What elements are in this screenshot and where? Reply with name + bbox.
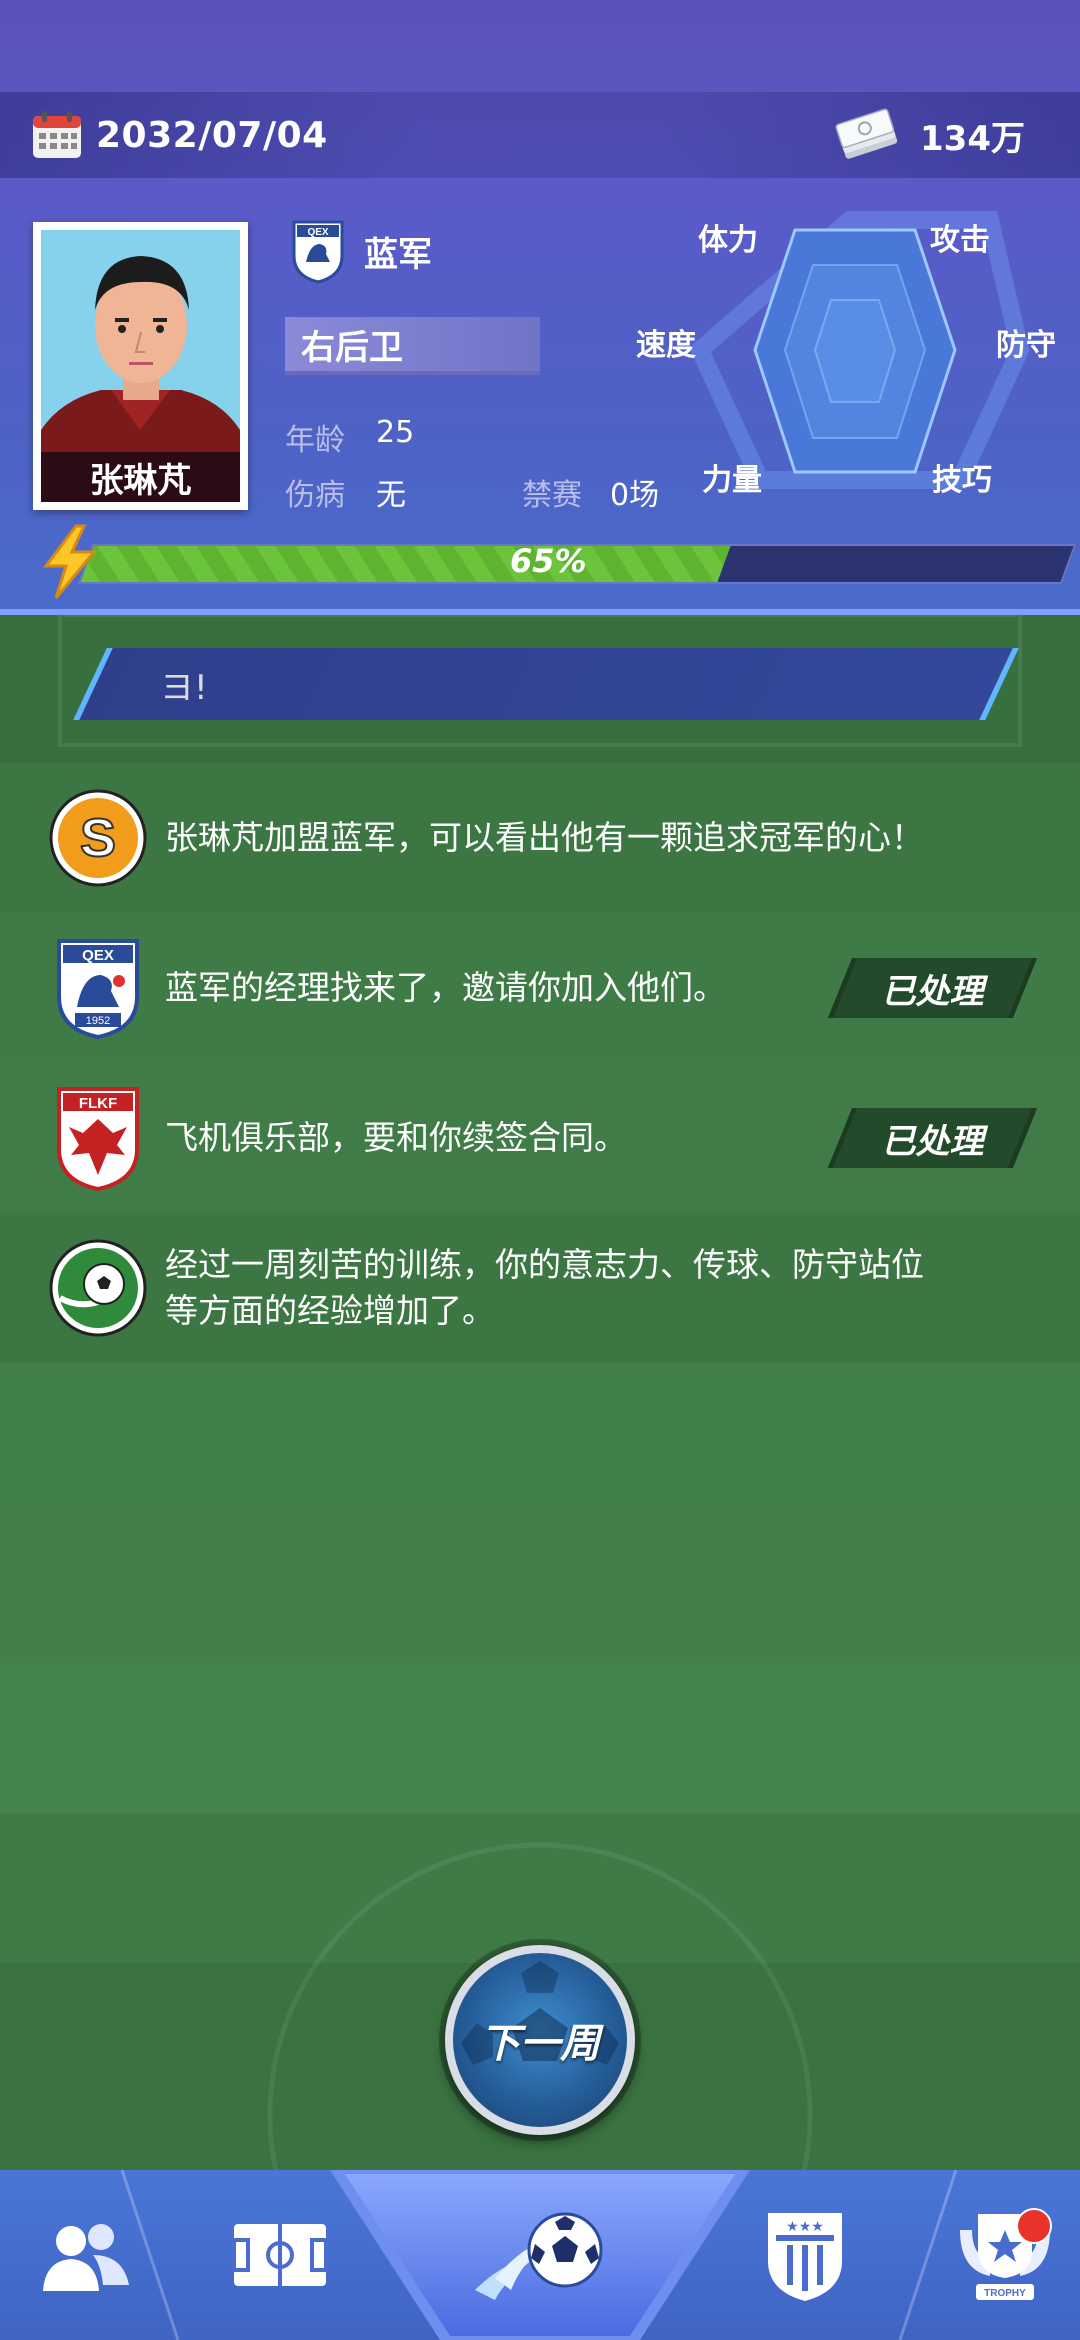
crest-text: QEX xyxy=(307,227,328,238)
sponsor-s-icon: S xyxy=(48,788,148,888)
list-item[interactable]: 经过一周刻苦的训练，你的意志力、传球、防守站位等方面的经验增加了。 xyxy=(0,1213,1080,1363)
list-item[interactable]: S 张琳芃加盟蓝军，可以看出他有一颗追求冠军的心！ xyxy=(0,763,1080,913)
league-shield-icon: ★★★ xyxy=(768,2213,842,2301)
qex-club-crest-icon: QEX xyxy=(292,220,344,284)
crest-text: QEX xyxy=(82,947,114,964)
ticker-text: ヨ! xyxy=(160,668,208,708)
nav-pitch[interactable] xyxy=(215,2170,345,2340)
energy-percent: 65% xyxy=(510,542,587,580)
notification-badge xyxy=(1016,2208,1052,2244)
handled-button[interactable]: 已处理 xyxy=(827,1108,1038,1168)
next-week-label: 下一周 xyxy=(480,2021,600,2067)
cash-icon xyxy=(835,108,898,159)
player-header: 2032/07/04 134万 张琳芃 QEX 蓝军 右后卫 年龄 25 伤病 … xyxy=(0,0,1080,615)
calendar-icon xyxy=(33,111,81,158)
radar-label-skill: 技巧 xyxy=(932,463,992,498)
handled-button[interactable]: 已处理 xyxy=(827,958,1038,1018)
team-row: QEX 蓝军 xyxy=(290,218,432,284)
team-name: 蓝军 xyxy=(364,234,432,275)
top-status-bar: 2032/07/04 134万 xyxy=(0,92,1080,178)
radar-label-attack: 攻击 xyxy=(930,223,990,258)
player-name: 张琳芃 xyxy=(41,452,240,502)
radar-label-stamina: 体力 xyxy=(698,223,758,258)
nav-players[interactable] xyxy=(20,2170,150,2340)
nav-trophy[interactable]: TROPHY xyxy=(940,2170,1070,2340)
position-badge: 右后卫 xyxy=(285,317,540,375)
date-display: 2032/07/04 xyxy=(30,92,328,178)
injury-value: 无 xyxy=(376,478,406,513)
money-amount: 134万 xyxy=(920,118,1025,159)
next-week-button[interactable]: 下一周 xyxy=(445,1945,635,2135)
injury-label: 伤病 xyxy=(285,478,345,513)
svg-text:★★★: ★★★ xyxy=(786,2219,824,2235)
age-label: 年龄 xyxy=(285,423,345,458)
news-ticker xyxy=(73,648,1019,720)
player-portrait-card[interactable]: 张琳芃 xyxy=(33,222,248,510)
crest-year: 1952 xyxy=(86,1015,110,1027)
nav-league[interactable]: ★★★ xyxy=(740,2170,870,2340)
flkf-club-crest-icon: FLKF xyxy=(48,1087,148,1192)
crest-text: FLKF xyxy=(79,1095,117,1112)
players-icon xyxy=(43,2224,129,2291)
list-item[interactable]: QEX 1952 蓝军的经理找来了，邀请你加入他们。 已处理 xyxy=(0,913,1080,1063)
current-date: 2032/07/04 xyxy=(96,114,328,156)
lightning-icon xyxy=(43,524,98,599)
age-value: 25 xyxy=(376,415,415,450)
list-item[interactable]: FLKF 飞机俱乐部，要和你续签合同。 已处理 xyxy=(0,1063,1080,1213)
message-text: 经过一周刻苦的训练，你的意志力、传球、防守站位等方面的经验增加了。 xyxy=(165,1245,924,1330)
radar-label-strength: 力量 xyxy=(702,463,762,498)
money-display: 134万 xyxy=(834,92,1025,178)
nav-match[interactable] xyxy=(460,2170,620,2340)
svg-text:S: S xyxy=(80,808,116,868)
bottom-nav: ★★★ TROPHY xyxy=(0,2170,1080,2340)
trophy-text: TROPHY xyxy=(984,2288,1026,2299)
radar-label-defense: 防守 xyxy=(996,328,1056,363)
message-text: 张琳芃加盟蓝军，可以看出他有一颗追求冠军的心！ xyxy=(165,818,924,857)
qex-club-crest-icon: QEX 1952 xyxy=(48,938,148,1040)
pitch-icon xyxy=(232,2224,328,2286)
radar-label-speed: 速度 xyxy=(636,328,696,363)
match-ball-icon xyxy=(475,2212,603,2300)
training-ball-icon xyxy=(48,1238,148,1338)
energy-fill xyxy=(80,546,731,582)
energy-bar: 65% xyxy=(40,524,1077,599)
ban-label: 禁赛 xyxy=(522,478,582,513)
